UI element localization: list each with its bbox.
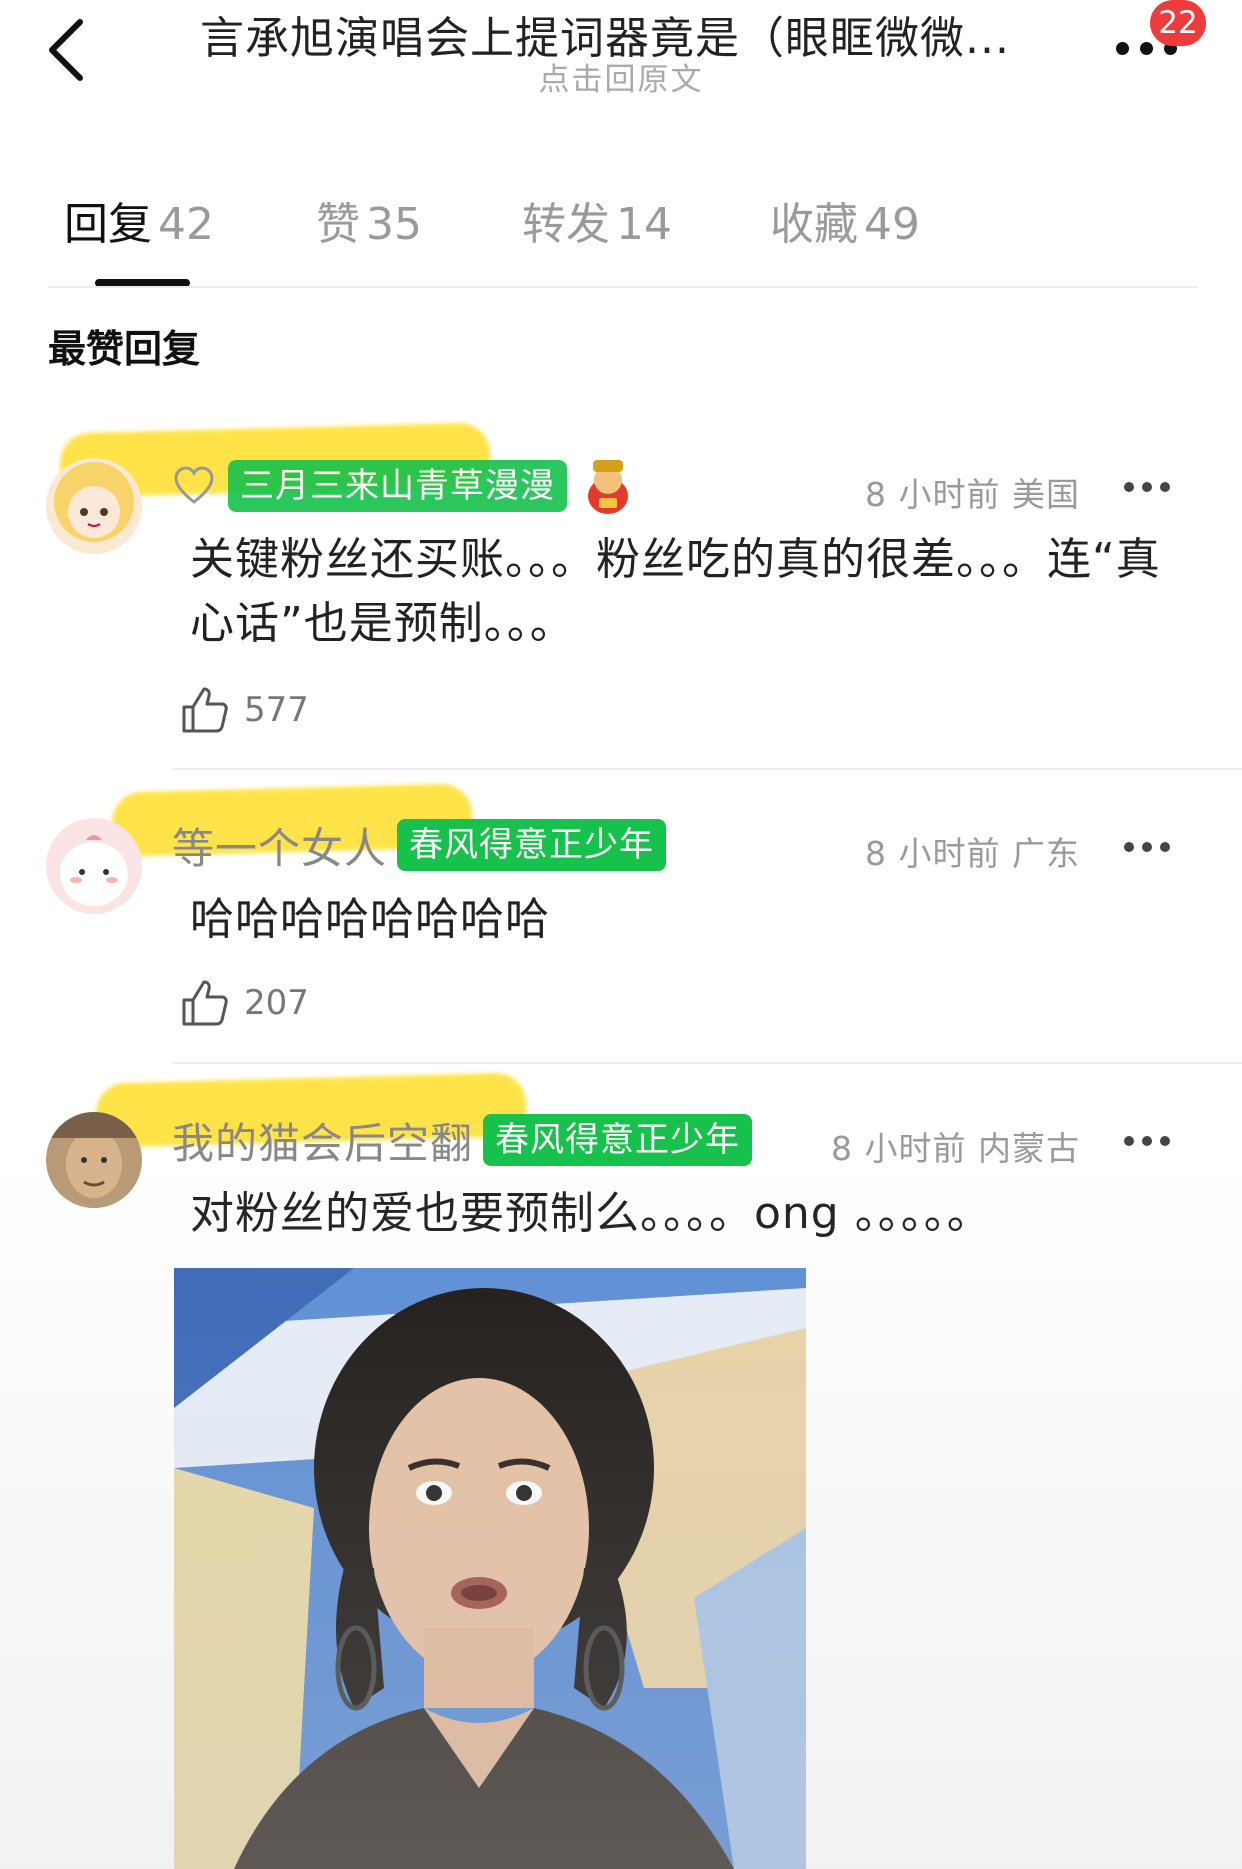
username[interactable]: 我的猫会后空翻 bbox=[172, 1110, 473, 1171]
thumbs-up-icon bbox=[182, 687, 228, 733]
comment-text: 哈哈哈哈哈哈哈哈 bbox=[190, 894, 550, 945]
like-count: 207 bbox=[244, 983, 309, 1023]
username[interactable]: 三月三来山青草漫漫 bbox=[228, 460, 567, 512]
top-bar: 言承旭演唱会上提词器竟是（眼眶微微... 点击回原文 22 bbox=[0, 0, 1242, 110]
tab-reposts[interactable]: 转发 14 bbox=[522, 188, 672, 252]
comment-time-location: 8 小时前 内蒙古 bbox=[831, 1122, 1080, 1170]
avatar-image bbox=[46, 1112, 142, 1208]
fan-medal: 春风得意正少年 bbox=[483, 1114, 753, 1166]
more-dots-icon bbox=[1116, 42, 1129, 55]
tabs-divider bbox=[48, 286, 1198, 288]
tab-count: 14 bbox=[616, 199, 672, 250]
top-replies-heading: 最赞回复 bbox=[48, 327, 201, 371]
notification-badge: 22 bbox=[1150, 0, 1206, 46]
god-of-wealth-emoji bbox=[588, 460, 628, 514]
tab-likes[interactable]: 赞 35 bbox=[316, 188, 422, 252]
comment-location: 内蒙古 bbox=[978, 1129, 1080, 1168]
more-dot bbox=[1142, 1136, 1152, 1146]
tab-count: 42 bbox=[158, 199, 214, 250]
more-dots-icon bbox=[1124, 482, 1134, 492]
more-dot bbox=[1142, 842, 1152, 852]
tab-favorites[interactable]: 收藏 49 bbox=[770, 188, 920, 252]
avatar[interactable] bbox=[46, 1112, 142, 1208]
comment-text: 对粉丝的爱也要预制么。。。。ong 。。。。。 bbox=[190, 1188, 992, 1239]
comment-time: 8 小时前 bbox=[865, 475, 1001, 514]
avatar[interactable] bbox=[46, 818, 142, 914]
more-dot bbox=[1160, 842, 1170, 852]
tab-count: 35 bbox=[366, 199, 422, 250]
heart-outline-icon[interactable] bbox=[172, 464, 216, 508]
comment-meta: 我的猫会后空翻 春风得意正少年 bbox=[172, 1110, 753, 1171]
tab-count: 49 bbox=[864, 199, 920, 250]
back-to-original-link[interactable]: 点击回原文 bbox=[0, 54, 1242, 99]
more-dot bbox=[1160, 482, 1170, 492]
thumbs-up-icon bbox=[182, 980, 228, 1026]
comment-meta: 三月三来山青草漫漫 bbox=[172, 458, 635, 514]
tab-replies[interactable]: 回复 42 bbox=[64, 188, 214, 252]
username[interactable]: 等一个女人 bbox=[172, 815, 387, 876]
comment-time: 8 小时前 bbox=[865, 834, 1001, 873]
more-dot bbox=[1140, 42, 1153, 55]
more-dots-icon bbox=[1124, 1136, 1134, 1146]
comment-divider bbox=[172, 768, 1242, 770]
tab-label: 收藏 bbox=[770, 199, 858, 250]
comment-text: 关键粉丝还买账。。。粉丝吃的真的很差。。。连“真心话”也是预制。。。 bbox=[190, 534, 1161, 649]
avatar-image bbox=[46, 458, 142, 554]
comment-image[interactable] bbox=[174, 1268, 806, 1869]
comment-more-button[interactable] bbox=[1124, 1126, 1174, 1156]
tab-bar: 回复 42 赞 35 转发 14 收藏 49 bbox=[48, 168, 1198, 258]
fan-medal: 春风得意正少年 bbox=[397, 819, 667, 871]
like-button[interactable]: 207 bbox=[180, 975, 309, 1031]
comment-more-button[interactable] bbox=[1124, 832, 1174, 862]
comment-time-location: 8 小时前 美国 bbox=[865, 468, 1080, 516]
like-button[interactable]: 577 bbox=[180, 682, 309, 738]
meme-photo bbox=[174, 1268, 806, 1869]
comment-location: 美国 bbox=[1012, 475, 1080, 514]
avatar-image bbox=[46, 818, 142, 914]
tab-label: 回复 bbox=[64, 199, 152, 250]
comment-meta: 等一个女人 春风得意正少年 bbox=[172, 815, 667, 876]
comment-more-button[interactable] bbox=[1124, 472, 1174, 502]
tab-label: 转发 bbox=[522, 199, 610, 250]
tab-label: 赞 bbox=[316, 199, 360, 250]
comment-location: 广东 bbox=[1012, 834, 1080, 873]
more-dots-icon bbox=[1124, 842, 1134, 852]
comment-time-location: 8 小时前 广东 bbox=[865, 827, 1080, 875]
more-dot bbox=[1142, 482, 1152, 492]
like-count: 577 bbox=[244, 690, 309, 730]
comment-time: 8 小时前 bbox=[831, 1129, 967, 1168]
comment-divider bbox=[172, 1062, 1242, 1064]
more-dot bbox=[1160, 1136, 1170, 1146]
avatar[interactable] bbox=[46, 458, 142, 554]
